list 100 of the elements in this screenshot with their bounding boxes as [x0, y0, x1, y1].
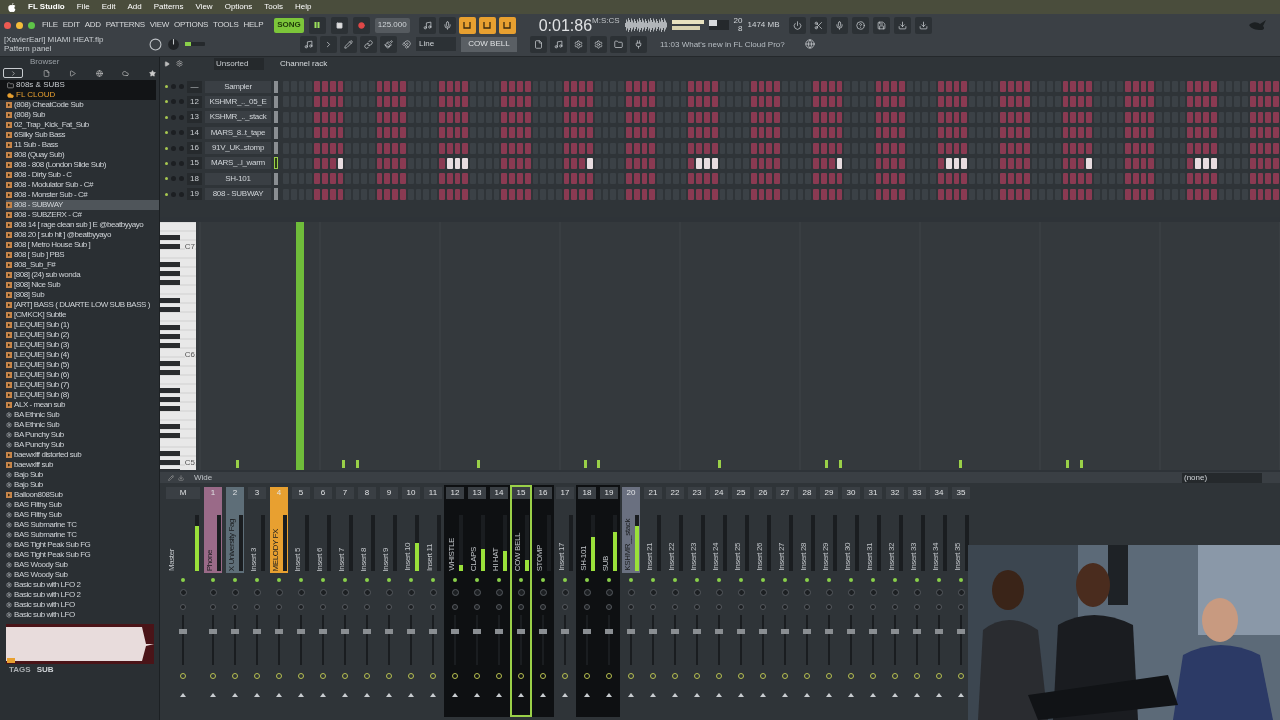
- stereo-knob[interactable]: [408, 604, 414, 610]
- browser-item[interactable]: [LEQUIE] Sub (6): [6, 370, 159, 380]
- fader-thumb[interactable]: [605, 629, 613, 634]
- pan-knob[interactable]: [583, 589, 591, 596]
- fader-thumb[interactable]: [539, 629, 547, 634]
- channel-number[interactable]: 19: [187, 188, 202, 201]
- channel-select-indicator[interactable]: [274, 95, 278, 108]
- menu-item[interactable]: Patterns: [153, 1, 184, 13]
- knob-icon[interactable]: [167, 37, 180, 51]
- mixer-track[interactable]: 15 COW BELL: [510, 485, 532, 717]
- pattern-selector[interactable]: COW BELL: [461, 36, 517, 52]
- stereo-knob[interactable]: [496, 604, 502, 610]
- menu-item[interactable]: TOOLS: [213, 19, 239, 31]
- browser-item[interactable]: [808] Nice Sub: [6, 280, 159, 290]
- send-led[interactable]: [827, 578, 831, 582]
- stereo-knob[interactable]: [474, 604, 480, 610]
- metronome-button[interactable]: [418, 16, 436, 34]
- menu-item[interactable]: OPTIONS: [174, 19, 208, 31]
- menu-item[interactable]: View: [195, 1, 213, 13]
- route-arrow-icon[interactable]: [254, 693, 260, 697]
- playlist-button[interactable]: [530, 35, 547, 53]
- browser-item[interactable]: BAS Filthy Sub: [6, 500, 159, 510]
- cloud-icon[interactable]: [122, 69, 130, 77]
- tempo-display[interactable]: 125.000: [374, 17, 410, 33]
- wait-button[interactable]: [438, 16, 456, 34]
- route-arrow-icon[interactable]: [760, 693, 766, 697]
- browser-item[interactable]: 808 - Dirty Sub - C: [6, 170, 159, 180]
- channel-number[interactable]: 15: [187, 157, 202, 170]
- pan-knob[interactable]: [957, 589, 965, 596]
- menu-item[interactable]: Help: [294, 1, 312, 13]
- fader-thumb[interactable]: [803, 629, 811, 634]
- menu-item[interactable]: HELP: [243, 19, 264, 31]
- help-button[interactable]: [851, 16, 869, 34]
- browser-item[interactable]: BAS Woody Sub: [6, 570, 159, 580]
- browser-item[interactable]: Balloon808Sub: [6, 490, 159, 500]
- channel-number[interactable]: 14: [187, 126, 202, 139]
- fader-thumb[interactable]: [627, 629, 635, 634]
- stereo-knob[interactable]: [386, 604, 392, 610]
- stereo-knob[interactable]: [606, 604, 612, 610]
- snap-select[interactable]: Line: [416, 37, 456, 51]
- browser-item[interactable]: [LEQUIE] Sub (8): [6, 390, 159, 400]
- send-led[interactable]: [431, 578, 435, 582]
- pan-knob[interactable]: [363, 589, 371, 596]
- send-led[interactable]: [255, 578, 259, 582]
- stereo-knob[interactable]: [232, 604, 238, 610]
- fader-thumb[interactable]: [385, 629, 393, 634]
- knob-icon[interactable]: [149, 37, 162, 51]
- stereo-knob[interactable]: [848, 604, 854, 610]
- pan-knob[interactable]: [341, 589, 349, 596]
- browser-item[interactable]: BA Ethnic Sub: [6, 410, 159, 420]
- stamp-button[interactable]: [380, 35, 397, 53]
- channel-select-indicator[interactable]: [274, 126, 278, 139]
- stereo-knob[interactable]: [716, 604, 722, 610]
- mic-button[interactable]: [830, 16, 848, 34]
- send-led[interactable]: [585, 578, 589, 582]
- fader-thumb[interactable]: [583, 629, 591, 634]
- fader-thumb[interactable]: [495, 629, 503, 634]
- route-arrow-icon[interactable]: [408, 693, 414, 697]
- piano-button[interactable]: [300, 35, 317, 53]
- browser-item[interactable]: 808 - SUBZERX - C#: [6, 210, 159, 220]
- stereo-knob[interactable]: [364, 604, 370, 610]
- channel-number[interactable]: —: [187, 80, 202, 93]
- pan-knob[interactable]: [231, 589, 239, 596]
- browser-item[interactable]: BA Punchy Sub: [6, 440, 159, 450]
- pan-knob[interactable]: [759, 589, 767, 596]
- menu-item[interactable]: PATTERNS: [105, 19, 145, 31]
- send-led[interactable]: [299, 578, 303, 582]
- fader-thumb[interactable]: [847, 629, 855, 634]
- stereo-knob[interactable]: [760, 604, 766, 610]
- channel-select-indicator[interactable]: [274, 111, 278, 124]
- route-arrow-icon[interactable]: [782, 693, 788, 697]
- pan-knob[interactable]: [407, 589, 415, 596]
- pan-knob[interactable]: [253, 589, 261, 596]
- stereo-knob[interactable]: [672, 604, 678, 610]
- settings-icon[interactable]: [176, 60, 183, 67]
- fader-thumb[interactable]: [737, 629, 745, 634]
- route-arrow-icon[interactable]: [936, 693, 942, 697]
- browser-item[interactable]: [LEQUIE] Sub (5): [6, 360, 159, 370]
- pan-knob[interactable]: [935, 589, 943, 596]
- browser-item[interactable]: 6Silky Sub Bass: [6, 130, 159, 140]
- channel-led[interactable]: [165, 177, 168, 181]
- globe-icon[interactable]: [95, 69, 103, 77]
- send-led[interactable]: [893, 578, 897, 582]
- route-arrow-icon[interactable]: [848, 693, 854, 697]
- browser-item[interactable]: baewxlff distorted sub: [6, 450, 159, 460]
- mixer-track[interactable]: 13 CLAPS: [466, 485, 488, 717]
- channel-led[interactable]: [165, 115, 168, 119]
- channel-name-button[interactable]: Sampler: [205, 80, 271, 93]
- channel-select-indicator[interactable]: [274, 172, 278, 185]
- send-led[interactable]: [651, 578, 655, 582]
- download-button[interactable]: [914, 16, 932, 34]
- route-arrow-icon[interactable]: [180, 693, 186, 697]
- route-arrow-icon[interactable]: [892, 693, 898, 697]
- stereo-knob[interactable]: [738, 604, 744, 610]
- browser-item[interactable]: (808) Sub: [6, 110, 159, 120]
- menu-item[interactable]: File: [76, 1, 90, 13]
- channel-name-button[interactable]: MARS_8..t_tape: [205, 126, 271, 139]
- browser-item[interactable]: 808 - Monster Sub - C#: [6, 190, 159, 200]
- pan-knob[interactable]: [517, 589, 525, 596]
- fader-thumb[interactable]: [671, 629, 679, 634]
